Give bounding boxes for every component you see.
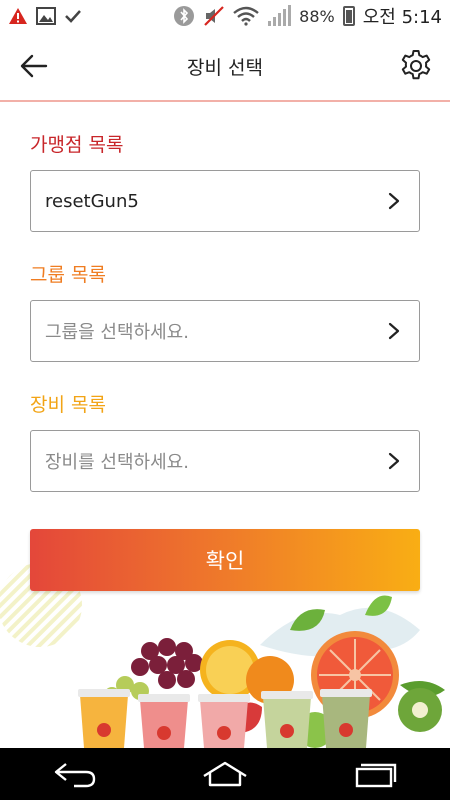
status-bar-right: 88% 오전 5:14 — [173, 3, 442, 29]
confirm-button-label: 확인 — [205, 549, 245, 573]
bluetooth-icon — [174, 6, 195, 26]
nav-back-button[interactable] — [40, 754, 110, 794]
group-list-label: 그룹 목록 — [30, 264, 106, 286]
mute-icon — [204, 6, 224, 26]
wifi-icon — [233, 6, 259, 26]
battery-icon — [342, 6, 355, 26]
battery-percent: 88% — [299, 6, 335, 26]
status-bar-left — [8, 7, 82, 25]
nav-home-icon — [203, 761, 247, 787]
nav-recents-button[interactable] — [340, 754, 410, 794]
app-header: 장비 선택 — [0, 32, 450, 102]
group-selector[interactable]: 그룹을 선택하세요. — [30, 300, 420, 362]
confirm-button[interactable]: 확인 — [30, 529, 420, 591]
back-button[interactable] — [14, 48, 54, 84]
status-bar: 88% 오전 5:14 — [0, 0, 450, 32]
device-list-label: 장비 목록 — [30, 394, 106, 416]
clock: 오전 5:14 — [362, 7, 442, 28]
device-selector[interactable]: 장비를 선택하세요. — [30, 430, 420, 492]
store-selected-value: resetGun5 — [45, 190, 139, 212]
back-arrow-icon — [20, 54, 48, 78]
device-placeholder: 장비를 선택하세요. — [45, 452, 189, 473]
page-title: 장비 선택 — [187, 56, 263, 79]
chevron-right-icon — [383, 450, 405, 472]
nav-home-button[interactable] — [190, 754, 260, 794]
warning-icon — [9, 8, 27, 24]
group-placeholder: 그룹을 선택하세요. — [45, 322, 189, 343]
signal-icon — [268, 5, 292, 26]
store-selector[interactable]: resetGun5 — [30, 170, 420, 232]
nav-back-icon — [54, 763, 96, 788]
image-icon — [36, 7, 56, 25]
nav-recents-icon — [355, 763, 397, 788]
check-icon — [65, 10, 81, 23]
system-nav-bar — [0, 748, 450, 800]
chevron-right-icon — [383, 190, 405, 212]
gear-icon — [401, 50, 431, 80]
settings-button[interactable] — [396, 46, 436, 86]
chevron-right-icon — [383, 320, 405, 342]
store-list-label: 가맹점 목록 — [30, 134, 124, 156]
